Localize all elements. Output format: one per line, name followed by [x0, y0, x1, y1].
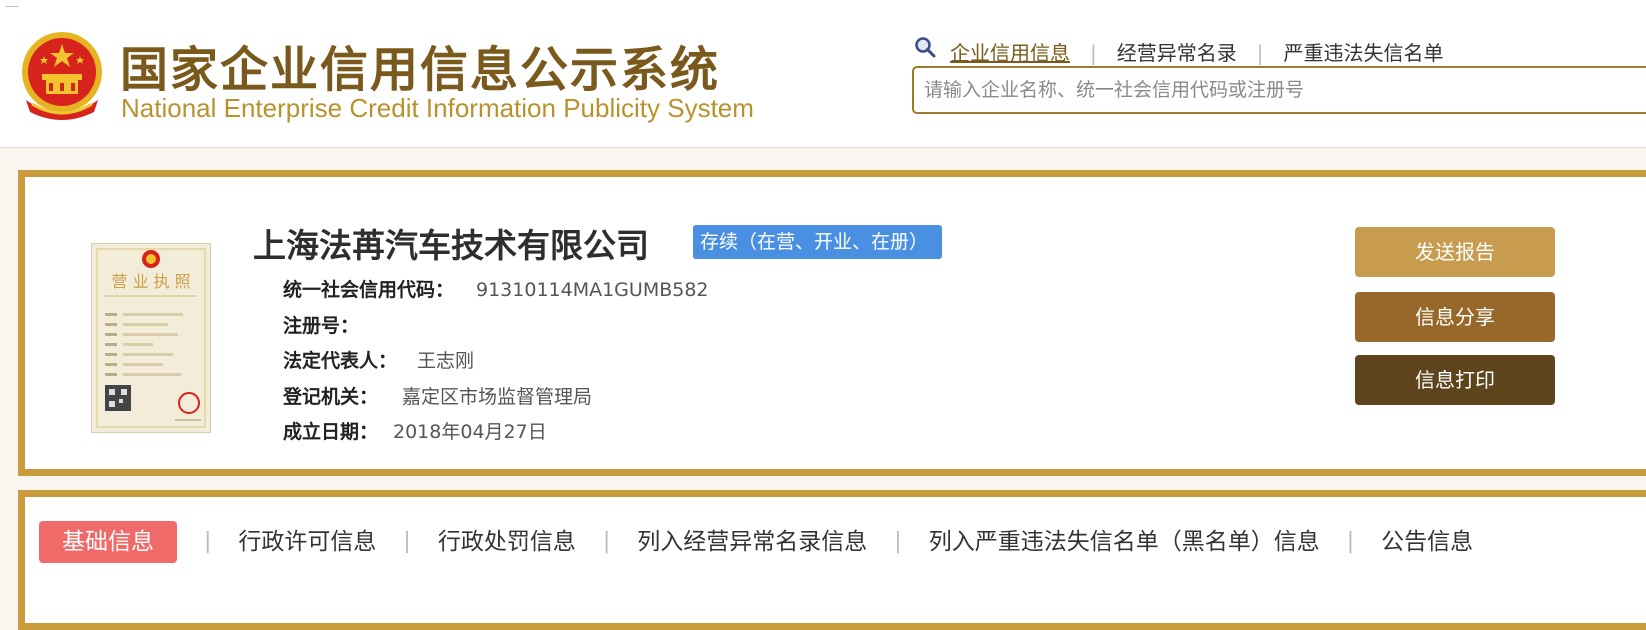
- site-title-cn: 国家企业信用信息公示系统: [120, 42, 721, 98]
- top-mark: [6, 6, 18, 7]
- tab-separator: |: [602, 529, 611, 554]
- tab-admin-penalty[interactable]: 行政处罚信息: [438, 521, 576, 563]
- site-title-en: National Enterprise Credit Information P…: [121, 93, 754, 123]
- company-info: 统一社会信用代码： 91310114MA1GUMB582 注册号： 法定代表人： 王…: [283, 273, 709, 451]
- nav-separator: |: [1256, 41, 1264, 65]
- info-row-credit-code: 统一社会信用代码： 91310114MA1GUMB582: [283, 273, 709, 309]
- info-tab-bar: 基础信息 | 行政许可信息 | 行政处罚信息 | 列入经营异常名录信息 | 列入严重违法失信名单…: [18, 490, 1646, 630]
- search-box: [912, 66, 1646, 114]
- national-emblem-icon: [22, 32, 102, 120]
- tab-separator: |: [1346, 529, 1355, 554]
- tab-blacklist[interactable]: 列入严重违法失信名单（黑名单）信息: [929, 521, 1320, 563]
- tab-admin-license[interactable]: 行政许可信息: [238, 521, 376, 563]
- legal-rep-value: 王志刚: [417, 350, 475, 372]
- share-info-button[interactable]: 信息分享: [1355, 292, 1555, 342]
- nav-separator: |: [1090, 41, 1097, 65]
- business-license-image[interactable]: 营 业 执 照: [91, 243, 211, 433]
- search-icon[interactable]: [913, 36, 937, 60]
- reg-no-label: 注册号：: [283, 314, 360, 337]
- info-row-authority: 登记机关： 嘉定区市场监督管理局: [283, 380, 709, 416]
- info-row-legal-rep: 法定代表人： 王志刚: [283, 344, 709, 380]
- established-label: 成立日期：: [283, 421, 379, 443]
- search-input[interactable]: [914, 68, 1624, 112]
- link-blacklist[interactable]: 严重违法失信名单: [1284, 37, 1444, 66]
- tab-abnormal-list[interactable]: 列入经营异常名录信息: [637, 521, 867, 563]
- tab-separator: |: [894, 529, 902, 554]
- tab-announcements[interactable]: 公告信息: [1381, 521, 1473, 563]
- info-row-reg-no: 注册号：: [283, 309, 709, 345]
- legal-rep-label: 法定代表人：: [283, 350, 398, 372]
- company-card: 营 业 执 照 上海法苒汽车技术有限公司 存续（在营、开业、在册） 统一社会信用…: [18, 170, 1646, 476]
- established-value: 2018年04月27日: [393, 421, 547, 443]
- link-credit-info[interactable]: 企业信用信息: [950, 37, 1070, 66]
- company-name: 上海法苒汽车技术有限公司: [253, 226, 649, 265]
- tab-basic-info[interactable]: 基础信息: [39, 521, 177, 563]
- link-abnormal-list[interactable]: 经营异常名录: [1117, 37, 1237, 66]
- license-title: 营 业 执 照: [111, 272, 190, 291]
- tab-list: 基础信息 | 行政许可信息 | 行政处罚信息 | 列入经营异常名录信息 | 列入严重违法失信名单…: [39, 521, 1473, 563]
- tab-separator: |: [204, 529, 212, 554]
- info-row-established: 成立日期： 2018年04月27日: [283, 415, 709, 451]
- site-header: 国家企业信用信息公示系统 National Enterprise Credit …: [0, 0, 1646, 148]
- top-nav: 企业信用信息 | 经营异常名录 | 严重违法失信名单: [950, 37, 1444, 66]
- credit-code-value: 91310114MA1GUMB582: [476, 279, 709, 301]
- print-info-button[interactable]: 信息打印: [1355, 355, 1555, 405]
- tab-separator: |: [403, 529, 411, 554]
- send-report-button[interactable]: 发送报告: [1355, 227, 1555, 277]
- status-badge: 存续（在营、开业、在册）: [693, 225, 943, 259]
- authority-label: 登记机关：: [283, 385, 379, 408]
- credit-code-label: 统一社会信用代码：: [283, 279, 455, 301]
- authority-value: 嘉定区市场监督管理局: [402, 385, 593, 408]
